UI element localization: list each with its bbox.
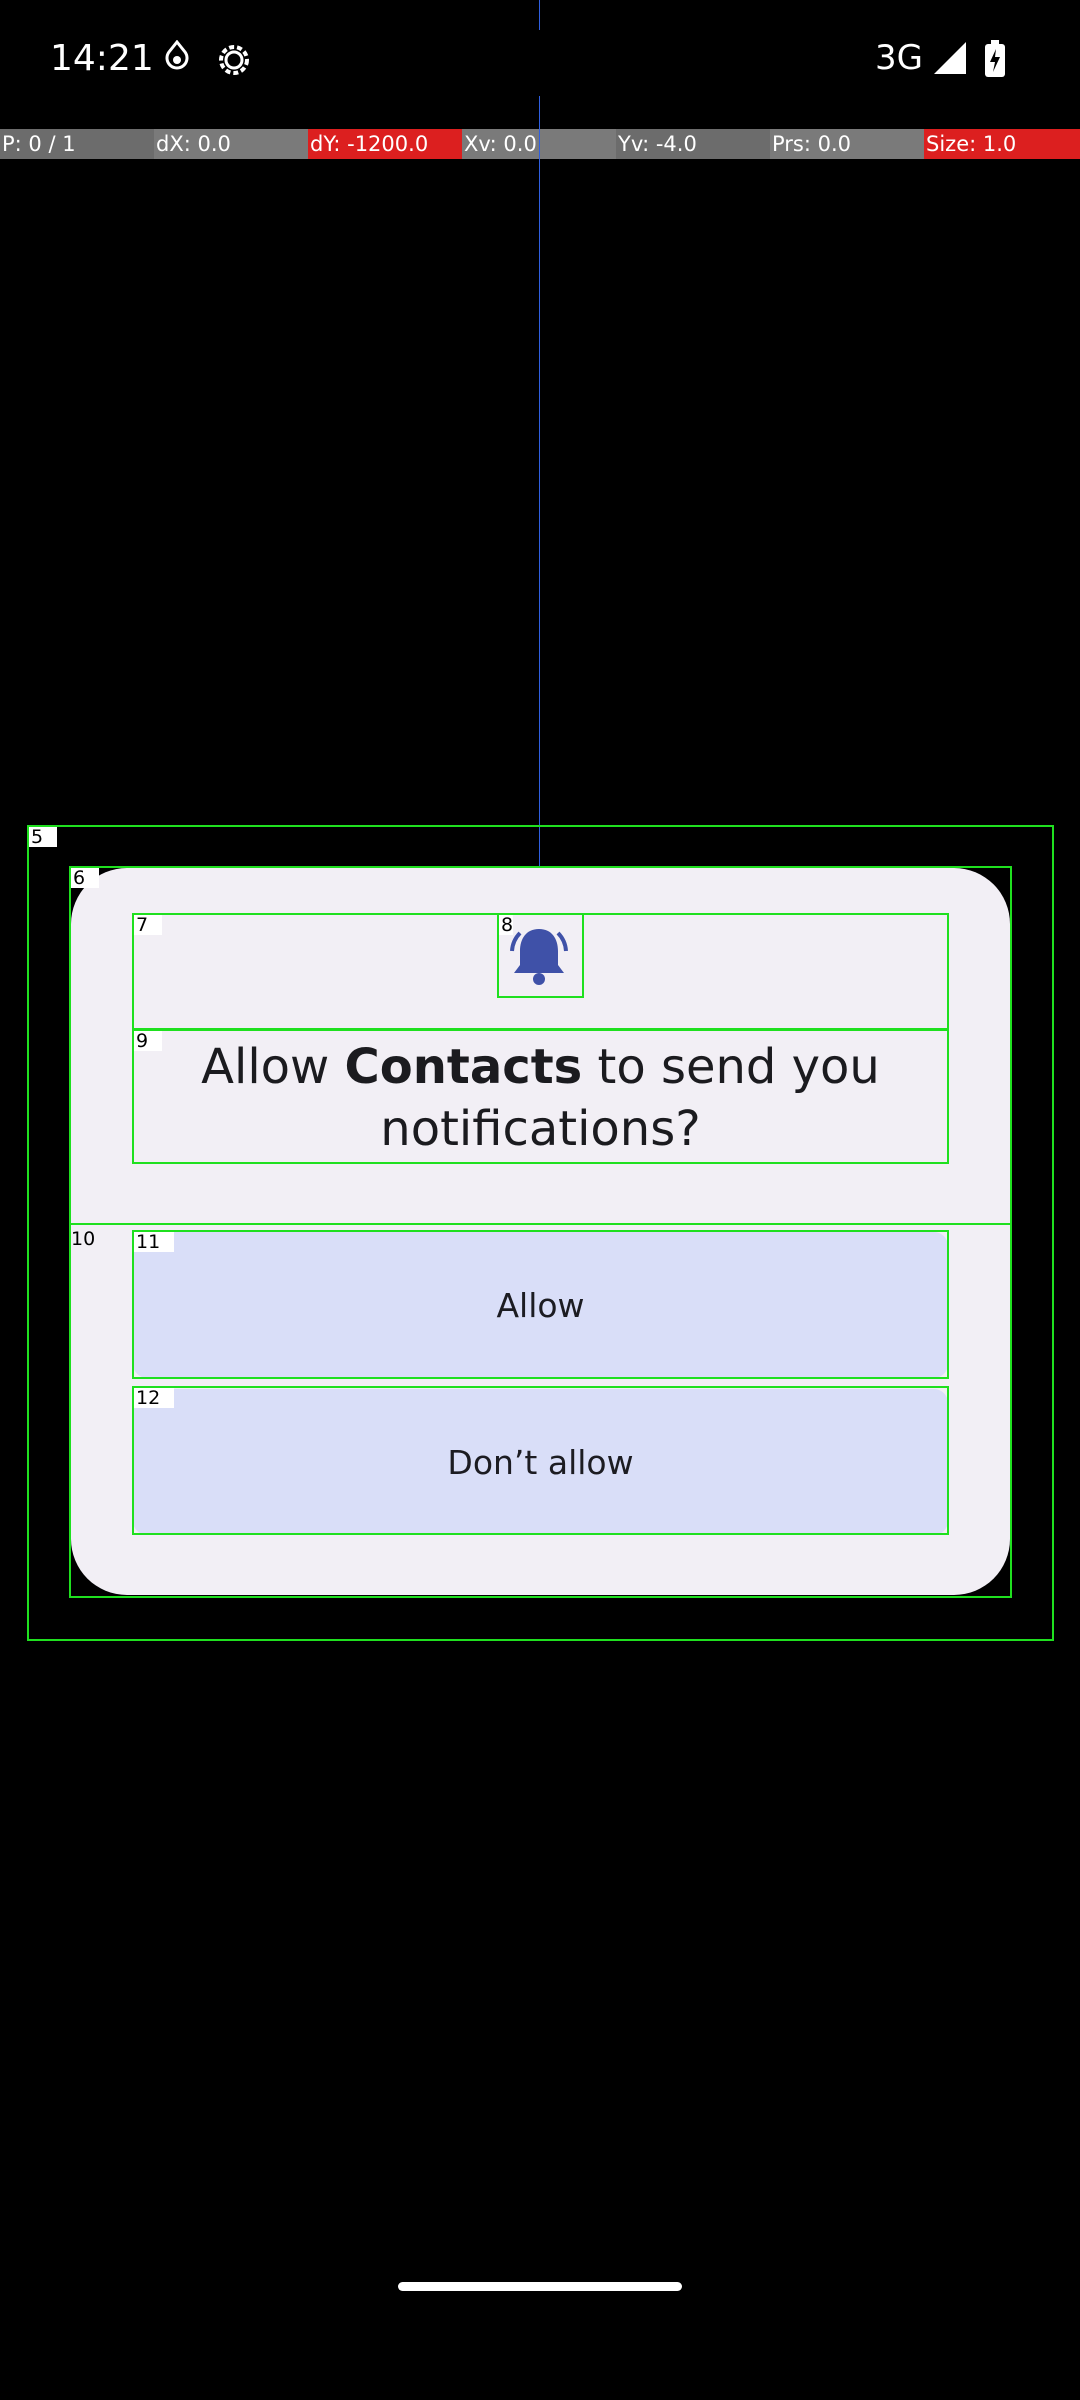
status-bar: 14:21 3G bbox=[0, 0, 1080, 128]
signal-icon bbox=[932, 40, 968, 80]
battery-charging-icon bbox=[984, 40, 1006, 82]
pointer-count: P: 0 / 1 bbox=[0, 129, 154, 159]
bounding-box-label: 11 bbox=[134, 1232, 175, 1252]
gesture-nav-handle[interactable] bbox=[398, 2282, 682, 2291]
status-time: 14:21 bbox=[50, 38, 154, 79]
pointer-info-bar: P: 0 / 1 dX: 0.0 dY: -1200.0 Xv: 0.0 Yv:… bbox=[0, 129, 1080, 159]
pointer-pressure: Prs: 0.0 bbox=[770, 129, 924, 159]
bounding-box: 12 bbox=[132, 1386, 949, 1535]
pointer-yv: Yv: -4.0 bbox=[616, 129, 770, 159]
bounding-box: 11 bbox=[132, 1230, 949, 1379]
pointer-dy: dY: -1200.0 bbox=[308, 129, 462, 159]
dnd-icon bbox=[164, 39, 190, 76]
bounding-box-label: 8 bbox=[499, 914, 514, 936]
pointer-size: Size: 1.0 bbox=[924, 129, 1080, 159]
bounding-box-label: 10 bbox=[71, 1228, 96, 1250]
pointer-trace-line bbox=[539, 0, 540, 30]
bounding-box-label: 12 bbox=[134, 1388, 175, 1408]
bounding-box-label: 9 bbox=[134, 1031, 163, 1051]
bounding-box-label: 7 bbox=[134, 915, 163, 935]
pointer-dx: dX: 0.0 bbox=[154, 129, 308, 159]
bounding-box-label: 5 bbox=[29, 827, 58, 847]
bounding-box-label: 6 bbox=[71, 868, 100, 888]
bounding-box: 8 bbox=[497, 913, 584, 998]
bounding-box: 9 bbox=[132, 1029, 949, 1164]
settings-gear-icon bbox=[214, 40, 254, 84]
network-type: 3G bbox=[875, 38, 923, 78]
